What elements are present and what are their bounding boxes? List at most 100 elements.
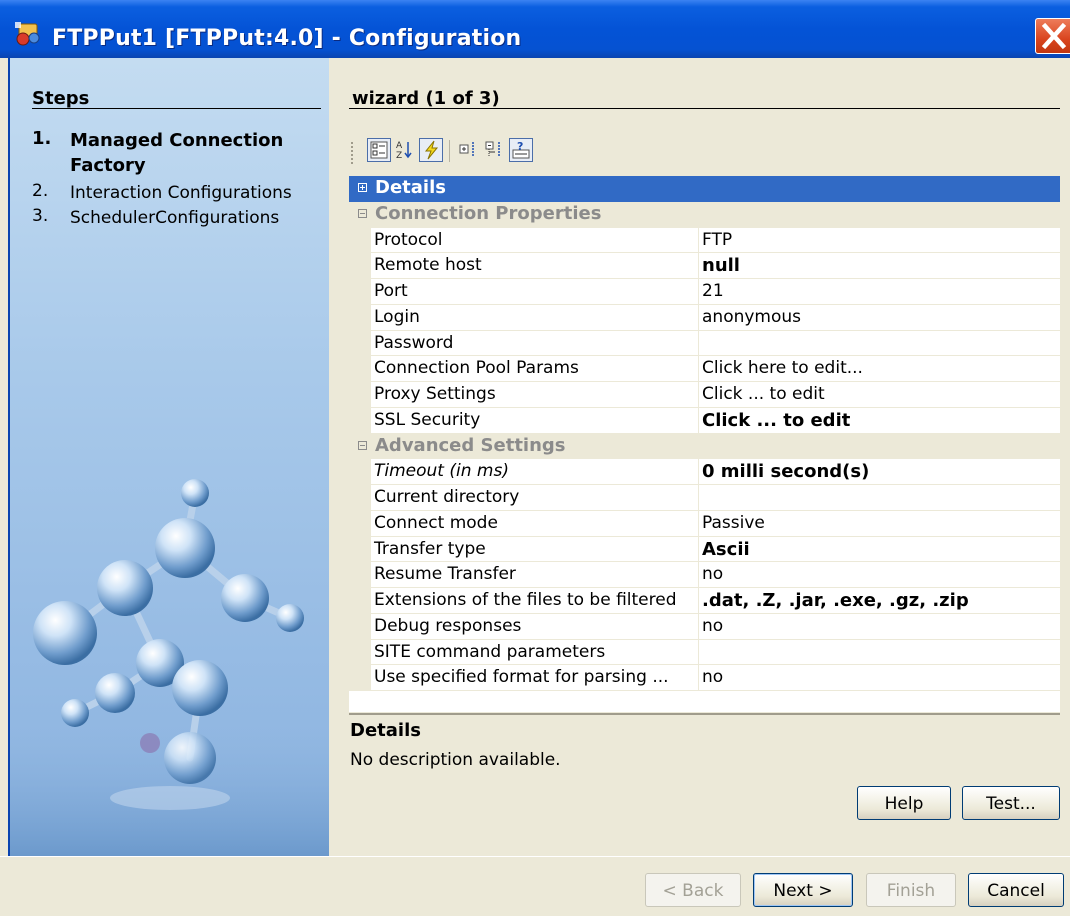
close-icon	[1041, 22, 1067, 50]
collapse-all-icon	[485, 141, 500, 156]
sort-alphabetical-icon: A Z	[396, 141, 412, 161]
property-sheet: Details Connection Properties Protocol F…	[349, 176, 1060, 712]
property-name: Extensions of the files to be filtered	[371, 588, 699, 614]
details-category-row[interactable]: Details	[349, 176, 1060, 202]
property-value[interactable]: anonymous	[699, 304, 1060, 331]
property-value[interactable]	[699, 330, 1060, 357]
back-button[interactable]: < Back	[645, 873, 741, 907]
wizard-button-bar: < Back Next > Finish Cancel	[0, 856, 1070, 916]
step-item-1[interactable]: 1. Managed Connection Factory	[32, 128, 310, 178]
property-name: Protocol	[371, 227, 699, 254]
property-row[interactable]: Port 21	[349, 279, 1060, 305]
details-title: Details	[350, 720, 421, 741]
categorized-view-button[interactable]	[367, 138, 391, 162]
property-value[interactable]: 0 milli second(s)	[699, 459, 1060, 485]
property-toolbar: A Z ?	[351, 138, 601, 166]
property-name: Proxy Settings	[371, 382, 699, 408]
wizard-divider	[349, 108, 1060, 109]
property-value[interactable]: FTP	[699, 227, 1060, 254]
details-description: No description available.	[350, 750, 561, 770]
property-row[interactable]: Password	[349, 330, 1060, 357]
property-name: Connect mode	[371, 510, 699, 537]
configuration-window: FTPPut1 [FTPPut:4.0] - Configuration Ste…	[0, 0, 1070, 916]
property-name: Connection Pool Params	[371, 356, 699, 382]
wizard-pane: wizard (1 of 3) A Z ? Details Connection…	[329, 58, 1070, 856]
property-row[interactable]: SSL Security Click ... to edit	[349, 407, 1060, 434]
steps-pane: Steps 1. Managed Connection Factory 2. Int…	[8, 58, 331, 856]
property-name: SITE command parameters	[371, 639, 699, 666]
property-value[interactable]: .dat, .Z, .jar, .exe, .gz, .zip	[699, 588, 1060, 614]
close-button[interactable]	[1035, 18, 1070, 54]
property-name: Password	[371, 330, 699, 357]
toolbar-grip[interactable]	[351, 142, 355, 164]
property-row[interactable]: Resume Transfer no	[349, 562, 1060, 588]
property-row[interactable]: Protocol FTP	[349, 227, 1060, 254]
finish-button[interactable]: Finish	[866, 873, 956, 907]
property-value[interactable]: no	[699, 562, 1060, 588]
property-row[interactable]: Connection Pool Params Click here to edi…	[349, 356, 1060, 382]
property-row[interactable]: Proxy Settings Click ... to edit	[349, 382, 1060, 408]
svg-text:Z: Z	[396, 151, 402, 160]
step-item-3[interactable]: 3. SchedulerConfigurations	[32, 206, 310, 231]
property-name: Current directory	[371, 485, 699, 511]
property-row[interactable]: Connect mode Passive	[349, 510, 1060, 537]
step-label: Interaction Configurations	[70, 183, 292, 203]
property-row[interactable]: Remote host null	[349, 253, 1060, 279]
property-value[interactable]: null	[699, 253, 1060, 279]
property-row[interactable]: Extensions of the files to be filtered .…	[349, 588, 1060, 614]
advanced-settings-row[interactable]: Advanced Settings	[349, 433, 1060, 460]
property-row[interactable]: Use specified format for parsing ... no	[349, 665, 1060, 691]
property-row[interactable]: SITE command parameters	[349, 639, 1060, 666]
property-value[interactable]: no	[699, 613, 1060, 640]
step-label: SchedulerConfigurations	[70, 208, 280, 228]
sort-alphabetical-button[interactable]: A Z	[393, 138, 417, 162]
property-row[interactable]: Login anonymous	[349, 304, 1060, 331]
test-button[interactable]: Test...	[962, 786, 1060, 820]
property-value[interactable]: Click here to edit...	[699, 356, 1060, 382]
molecule-illustration	[10, 479, 331, 856]
property-row[interactable]: Debug responses no	[349, 613, 1060, 640]
help-info-icon: ?	[512, 140, 530, 159]
expand-icon[interactable]	[358, 183, 367, 192]
property-row[interactable]: Current directory	[349, 485, 1060, 511]
details-divider[interactable]	[349, 713, 1060, 715]
property-name: Debug responses	[371, 613, 699, 640]
expand-all-button[interactable]	[457, 138, 481, 162]
property-value[interactable]: Click ... to edit	[699, 407, 1060, 434]
next-button[interactable]: Next >	[753, 873, 853, 907]
lightning-button[interactable]	[419, 138, 443, 162]
svg-text:A: A	[396, 141, 403, 151]
property-name: Port	[371, 279, 699, 305]
collapse-icon[interactable]	[358, 208, 367, 218]
property-row[interactable]: Transfer type Ascii	[349, 536, 1060, 563]
collapse-icon[interactable]	[358, 440, 367, 450]
lightning-icon	[424, 140, 439, 160]
step-number: 2.	[32, 181, 49, 201]
cancel-button[interactable]: Cancel	[968, 873, 1064, 907]
property-name: Use specified format for parsing ...	[371, 665, 699, 691]
app-icon	[15, 22, 40, 46]
help-info-button[interactable]: ?	[509, 138, 533, 162]
property-value[interactable]: Ascii	[699, 536, 1060, 563]
connection-properties-row[interactable]: Connection Properties	[349, 201, 1060, 228]
step-item-2[interactable]: 2. Interaction Configurations	[32, 181, 310, 206]
property-name: Transfer type	[371, 536, 699, 563]
property-value[interactable]: no	[699, 665, 1060, 691]
category-label: Connection Properties	[375, 202, 602, 224]
collapse-all-button[interactable]	[483, 138, 507, 162]
property-value[interactable]	[699, 485, 1060, 511]
property-value[interactable]: Click ... to edit	[699, 382, 1060, 408]
category-label: Advanced Settings	[375, 434, 566, 456]
svg-text:?: ?	[517, 140, 523, 153]
step-number: 3.	[32, 206, 49, 226]
property-name: Remote host	[371, 253, 699, 279]
title-bar[interactable]: FTPPut1 [FTPPut:4.0] - Configuration	[0, 0, 1070, 58]
steps-header: Steps	[32, 88, 90, 109]
property-row[interactable]: Timeout (in ms) 0 milli second(s)	[349, 459, 1060, 485]
property-value[interactable]: 21	[699, 279, 1060, 305]
categorized-view-icon	[370, 141, 388, 159]
property-value[interactable]	[699, 639, 1060, 666]
property-value[interactable]: Passive	[699, 510, 1060, 537]
help-button[interactable]: Help	[857, 786, 951, 820]
wizard-title: wizard (1 of 3)	[352, 88, 500, 109]
